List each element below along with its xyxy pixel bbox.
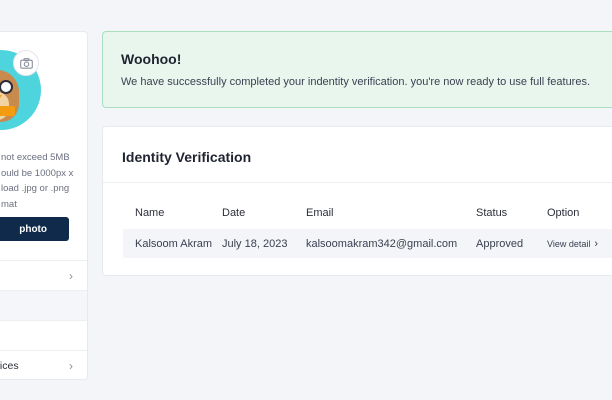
chevron-right-icon: › xyxy=(69,358,73,373)
column-header-email: Email xyxy=(306,207,334,219)
column-header-date: Date xyxy=(222,207,246,219)
camera-icon xyxy=(19,57,33,69)
cell-date: July 18, 2023 xyxy=(222,237,288,250)
upload-hint: not exceed 5MB ould be 1000px x load .jp… xyxy=(1,152,74,210)
menu-item-invoices[interactable]: nvoices › xyxy=(0,350,87,379)
alert-title: Woohoo! xyxy=(121,51,182,67)
success-alert: Woohoo! We have successfully completed y… xyxy=(102,31,612,108)
chevron-right-icon: › xyxy=(594,237,599,250)
cell-name: Kalsoom Akram xyxy=(135,237,213,250)
cell-email: kalsoomakram342@gmail.com xyxy=(306,237,458,250)
menu-item-verification[interactable]: tion xyxy=(0,290,87,320)
table-header: Name Date Email Status Option xyxy=(123,207,612,219)
menu-item-1[interactable]: › xyxy=(0,260,87,290)
profile-menu: › tion nvoices › xyxy=(0,260,87,379)
upload-photo-button[interactable]: photo xyxy=(0,217,69,241)
change-photo-button[interactable] xyxy=(13,50,39,76)
table-row: Kalsoom Akram July 18, 2023 kalsoomakram… xyxy=(123,229,612,258)
identity-verification-card: Identity Verification Name Date Email St… xyxy=(102,126,612,276)
column-header-status: Status xyxy=(476,207,508,219)
divider xyxy=(103,182,612,183)
profile-card: not exceed 5MB ould be 1000px x load .jp… xyxy=(0,31,88,380)
cell-status: Approved xyxy=(476,237,524,250)
chevron-right-icon: › xyxy=(69,268,73,283)
column-header-name: Name xyxy=(135,207,165,219)
alert-message: We have successfully completed your inde… xyxy=(121,76,591,88)
view-detail-link[interactable]: View detail › xyxy=(547,238,598,250)
column-header-option: Option xyxy=(547,207,580,219)
card-title: Identity Verification xyxy=(122,149,252,165)
menu-item-3[interactable] xyxy=(0,320,87,350)
